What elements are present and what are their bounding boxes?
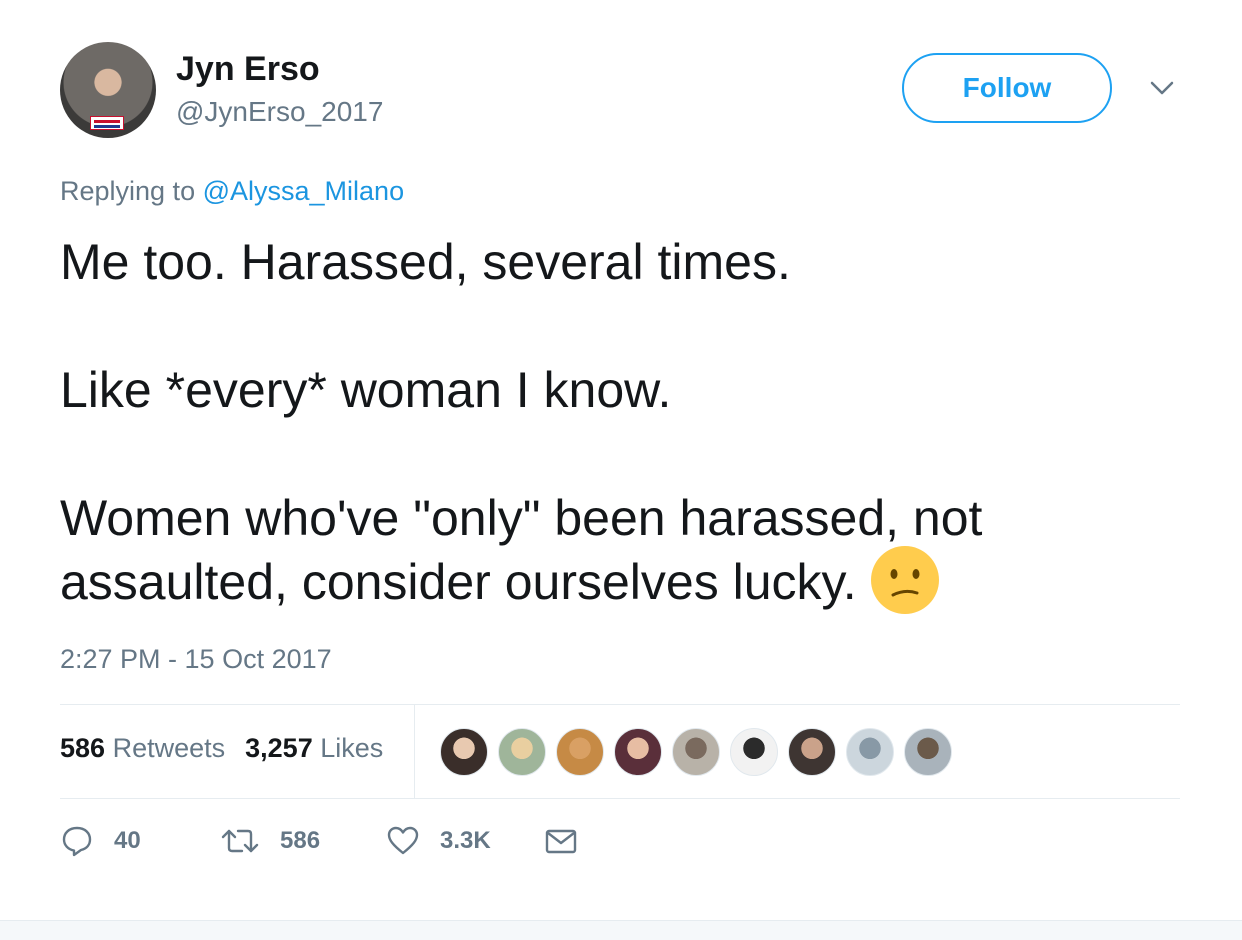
retweet-button[interactable]: 586 [220, 824, 386, 858]
action-bar: 40 586 3.3K [60, 824, 578, 858]
tweet-paragraph-text: Women who've "only" been harassed, not a… [60, 490, 983, 610]
liker-avatar-1[interactable] [440, 728, 488, 776]
liker-avatar-7[interactable] [788, 728, 836, 776]
reply-mention-link[interactable]: @Alyssa_Milano [203, 176, 405, 206]
retweets-stat-count: 586 [60, 733, 106, 763]
liker-avatar-3[interactable] [556, 728, 604, 776]
user-handle[interactable]: @JynErso_2017 [176, 96, 383, 128]
reply-count: 40 [114, 827, 141, 854]
footer-bar [0, 920, 1242, 940]
tweet-paragraph: Like *every* woman I know. [60, 362, 672, 418]
liker-avatar-6[interactable] [730, 728, 778, 776]
reply-button[interactable]: 40 [60, 824, 220, 858]
follow-button[interactable]: Follow [902, 53, 1112, 123]
retweets-stat[interactable]: 586 Retweets [60, 733, 225, 764]
avatar-badge-icon [90, 116, 124, 130]
retweet-count: 586 [280, 827, 321, 854]
tweet-card: Jyn Erso @JynErso_2017 Follow Replying t… [0, 0, 1242, 940]
replying-prefix: Replying to [60, 176, 196, 206]
confused-face-icon [870, 545, 939, 614]
like-button[interactable]: 3.3K [386, 824, 544, 858]
likes-stat[interactable]: 3,257 Likes [245, 733, 383, 764]
likes-stat-count: 3,257 [245, 733, 313, 763]
tweet-stats: 586 Retweets 3,257 Likes [60, 733, 383, 764]
retweet-icon [221, 829, 259, 853]
replying-to: Replying to @Alyssa_Milano [60, 176, 404, 207]
divider [60, 704, 1180, 705]
divider [414, 705, 415, 798]
direct-message-button[interactable] [544, 824, 578, 858]
reply-icon [62, 826, 92, 857]
tweet-timestamp[interactable]: 2:27 PM - 15 Oct 2017 [60, 644, 332, 675]
display-name[interactable]: Jyn Erso [176, 50, 320, 89]
tweet-paragraph: Women who've "only" been harassed, not a… [60, 486, 1190, 620]
liker-avatar-4[interactable] [614, 728, 662, 776]
tweet-text: Me too. Harassed, several times. Like *e… [60, 230, 1190, 620]
liker-avatar-9[interactable] [904, 728, 952, 776]
chevron-down-icon[interactable] [1148, 78, 1176, 98]
like-count: 3.3K [440, 827, 491, 854]
tweet-paragraph: Me too. Harassed, several times. [60, 234, 791, 290]
divider [60, 798, 1180, 799]
liker-avatar-8[interactable] [846, 728, 894, 776]
liker-avatars [440, 728, 952, 776]
likes-stat-label: Likes [320, 733, 384, 763]
liker-avatar-5[interactable] [672, 728, 720, 776]
liker-avatar-2[interactable] [498, 728, 546, 776]
envelope-icon [545, 829, 577, 854]
heart-icon [387, 826, 419, 855]
retweets-stat-label: Retweets [112, 733, 226, 763]
user-avatar[interactable] [60, 42, 156, 138]
